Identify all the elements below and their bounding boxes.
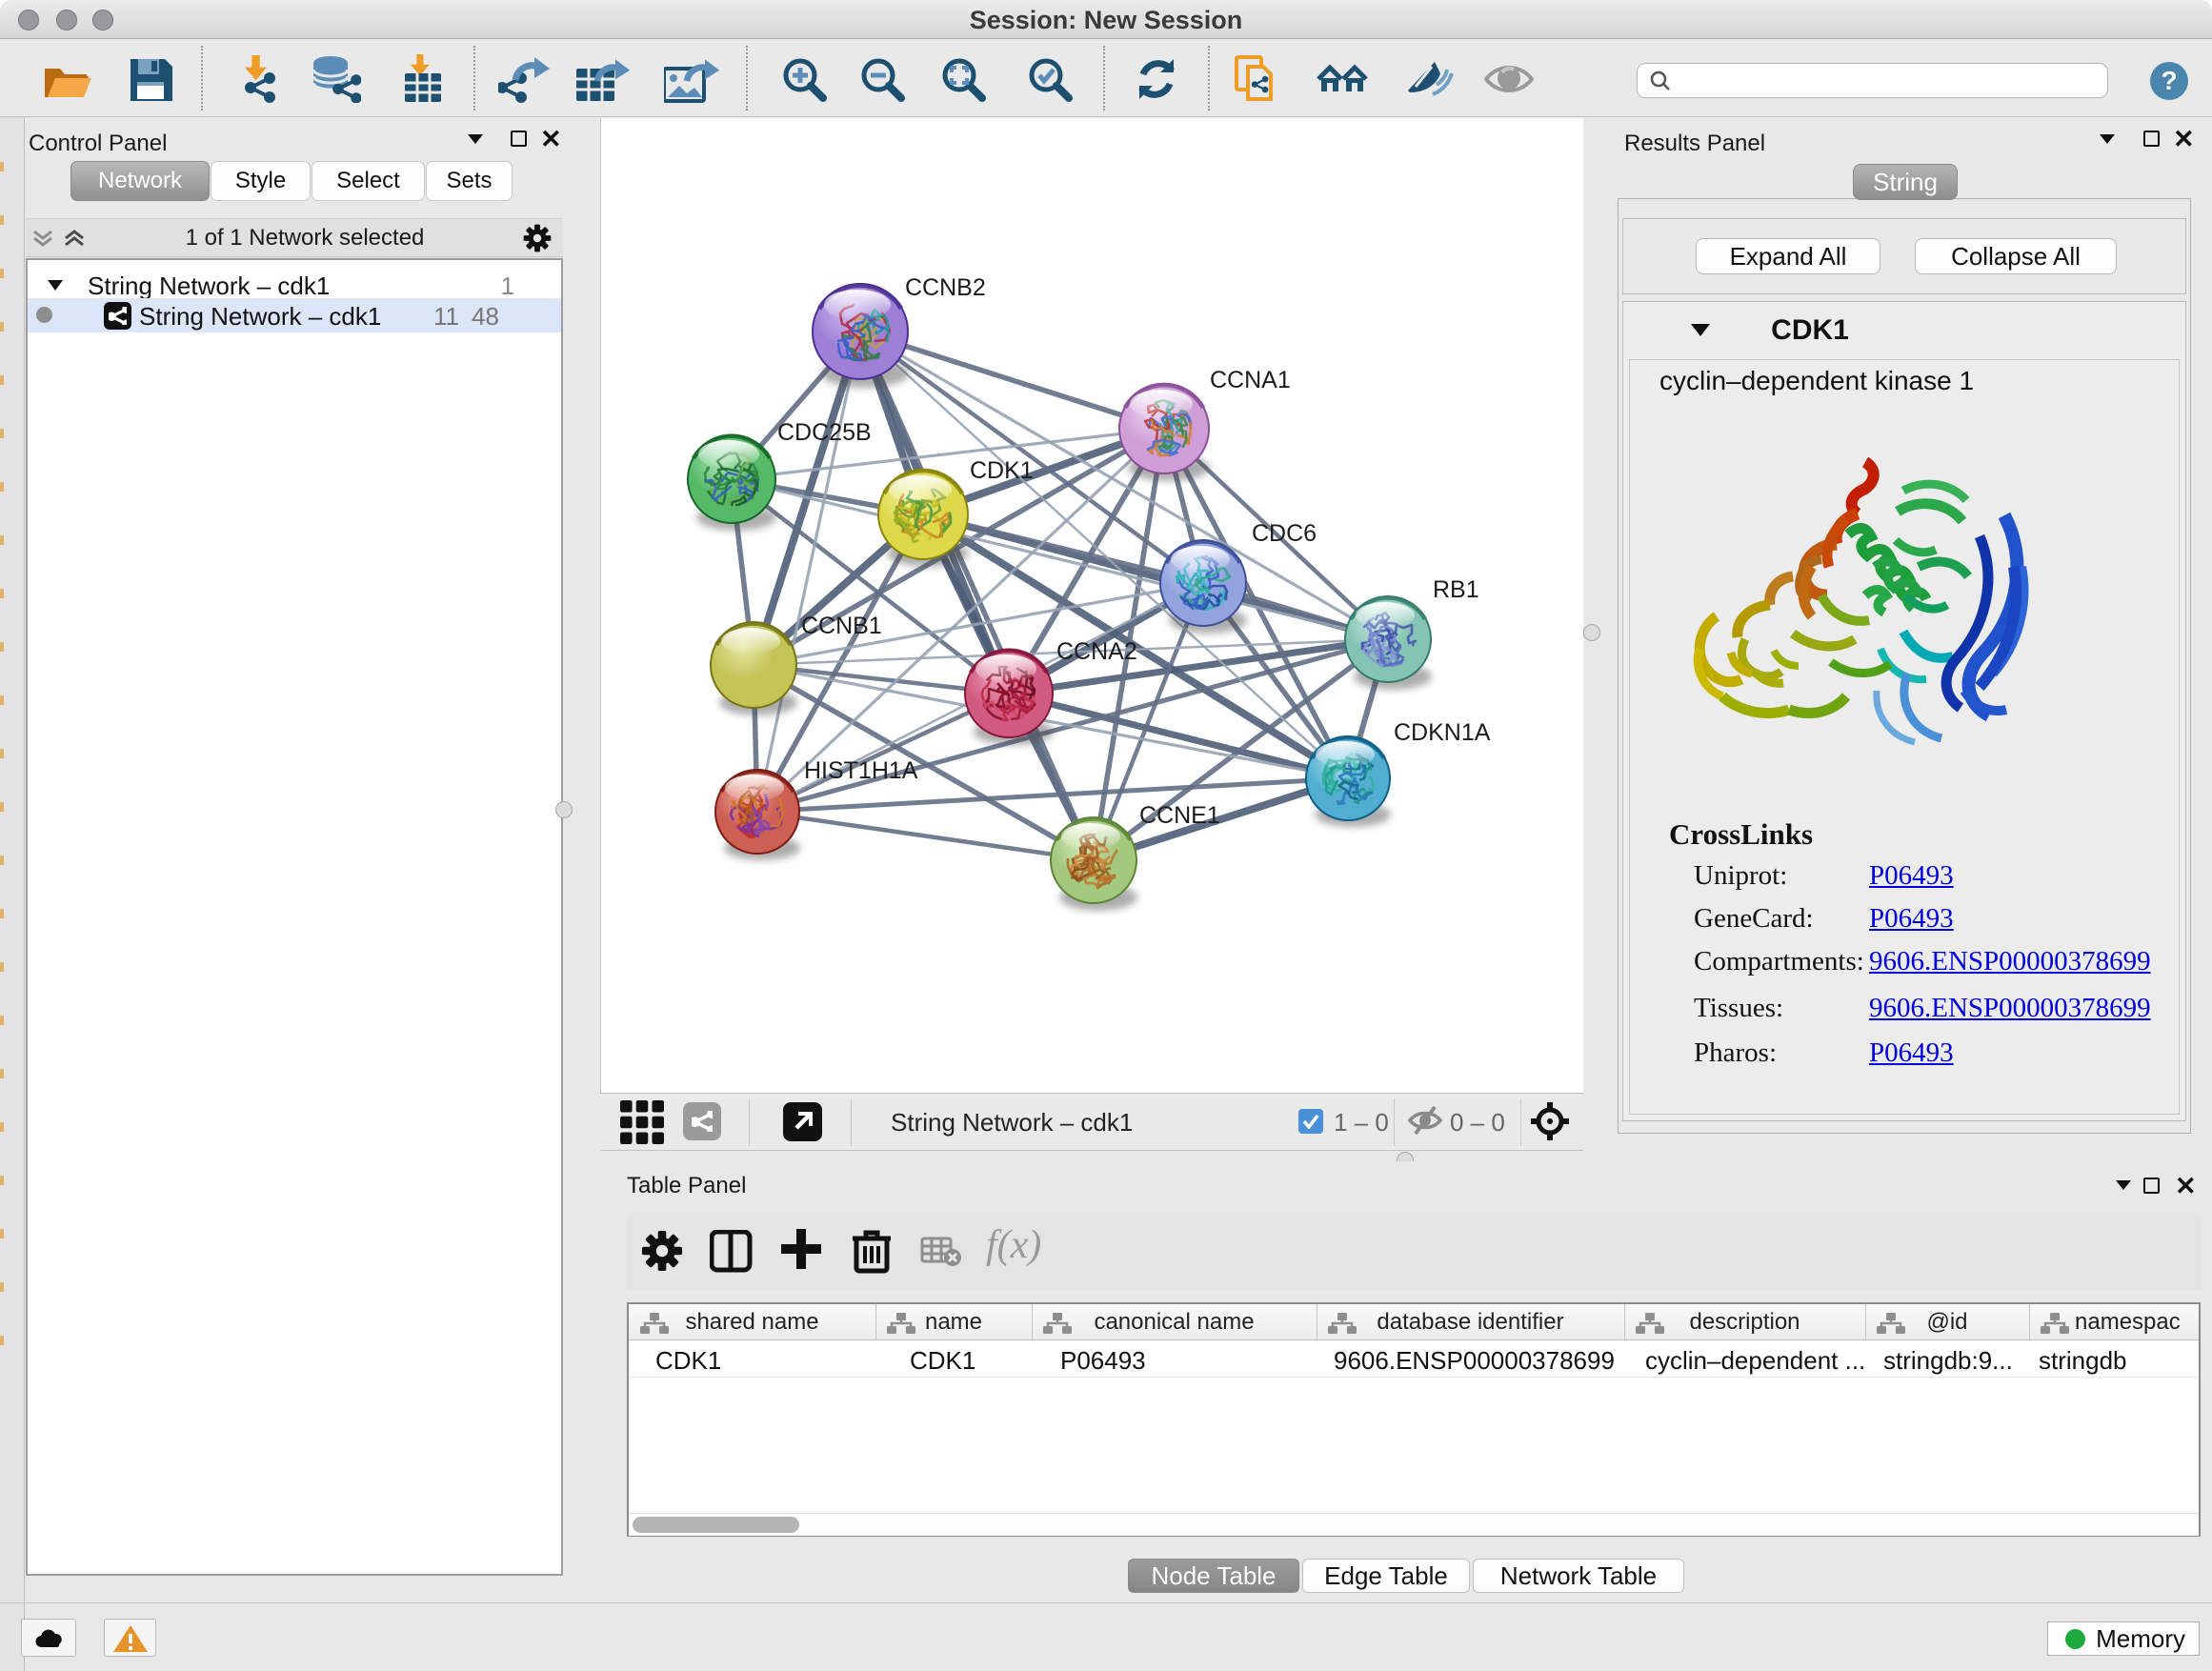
svg-text:CCNA2: CCNA2 bbox=[1056, 638, 1137, 665]
svg-text:CCNB1: CCNB1 bbox=[801, 613, 882, 639]
svg-text:HIST1H1A: HIST1H1A bbox=[804, 757, 918, 784]
svg-text:CDKN1A: CDKN1A bbox=[1394, 719, 1491, 746]
svg-text:CDK1: CDK1 bbox=[970, 457, 1034, 484]
svg-text:CDC6: CDC6 bbox=[1252, 520, 1317, 547]
svg-text:CCNE1: CCNE1 bbox=[1139, 802, 1220, 829]
svg-text:CCNB2: CCNB2 bbox=[905, 274, 986, 301]
svg-text:RB1: RB1 bbox=[1433, 576, 1479, 603]
svg-text:CCNA1: CCNA1 bbox=[1210, 367, 1291, 393]
svg-text:CDC25B: CDC25B bbox=[777, 419, 872, 446]
